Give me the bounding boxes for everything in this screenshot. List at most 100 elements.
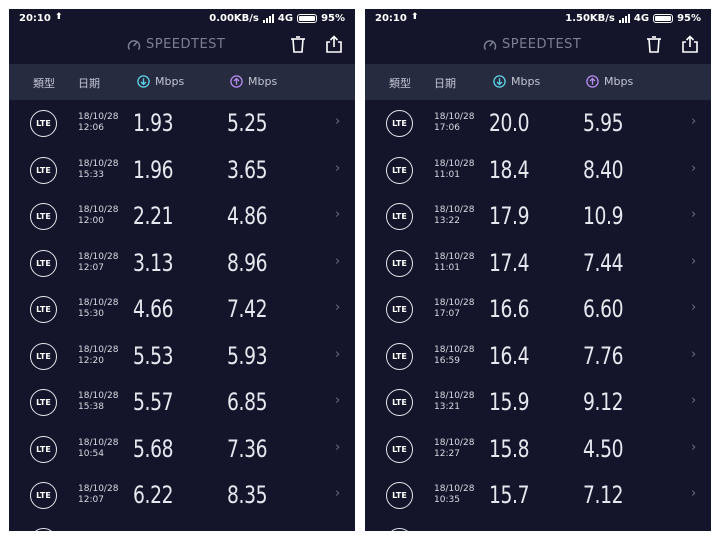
status-bar: 20:10 ⬆ 0.00KB/s 4G 95% [9, 9, 355, 29]
connection-type-badge: LTE [30, 156, 57, 184]
upload-speed: 6.60 [583, 295, 624, 323]
connection-type-badge: LTE [30, 110, 57, 137]
connection-type-badge: LTE [30, 435, 57, 463]
result-row[interactable]: LTE 18/10/28 13:21 15.9 9.12 › [365, 379, 711, 426]
result-row[interactable]: LTE 18/10/28 17:06 20.0 5.95 › [365, 100, 711, 147]
download-arrow-icon [137, 75, 150, 88]
result-date: 18/10/28 10:54 [78, 438, 118, 460]
result-date-day: 18/10/28 [434, 484, 475, 494]
result-row[interactable]: LTE 18/10/28 16:59 16.4 7.76 › [365, 333, 711, 380]
chevron-right-icon: › [691, 486, 697, 501]
share-icon[interactable] [681, 35, 699, 53]
download-speed: 5.53 [133, 341, 174, 370]
upload-speed: 5.25 [227, 109, 268, 137]
trash-icon[interactable] [290, 36, 306, 54]
download-speed: 18.4 [489, 155, 530, 184]
result-row[interactable]: LTE 18/10/28 12:07 3.13 8.96 › [9, 240, 355, 287]
download-speed: 4.66 [133, 295, 174, 323]
download-speed: 17.9 [489, 202, 530, 230]
result-date-day: 18/10/28 [434, 437, 475, 448]
result-date: 18/10/28 12:20 [78, 345, 118, 367]
trash-icon[interactable] [646, 36, 662, 54]
result-row[interactable]: LTE 18/10/28 10:35 15.7 7.12 › [365, 472, 711, 519]
result-date: 18/10/28 12:27 [434, 438, 474, 460]
result-row[interactable]: LTE 18/10/28 15:38 5.57 6.85 › [9, 379, 355, 426]
column-download-label: Mbps [155, 75, 185, 88]
download-speed: 16.6 [489, 295, 530, 323]
column-header: 類型 日期 Mbps Mbps [9, 64, 355, 100]
network-type: 4G [633, 13, 650, 24]
download-speed: 3.13 [133, 248, 174, 277]
download-speed: 15.8 [489, 434, 530, 463]
upload-speed: 6.85 [227, 388, 268, 416]
download-speed: 6.22 [133, 481, 174, 509]
result-date: 18/10/28 11:01 [434, 159, 474, 181]
upload-speed: 3.65 [227, 155, 268, 184]
result-date-time: 15:38 [78, 402, 104, 412]
share-icon[interactable] [325, 35, 343, 53]
result-date-time: 12:27 [434, 448, 460, 459]
upload-indicator-icon: ⬆ [55, 12, 63, 22]
status-right: 0.00KB/s 4G 95% [209, 13, 345, 24]
result-row[interactable]: LTE 18/10/28 12:07 6.22 8.35 › [9, 472, 355, 519]
result-row[interactable]: LTE 18/10/28 17:07 16.6 6.60 › [365, 286, 711, 333]
upload-arrow-icon [230, 75, 243, 88]
column-download[interactable]: Mbps [137, 75, 184, 88]
logo-text: SPEEDTEST [146, 37, 226, 52]
download-arrow-icon [493, 75, 506, 88]
result-date: 18/10/28 11:01 [434, 252, 474, 274]
connection-type-badge: LTE [30, 296, 57, 323]
result-row[interactable]: LTE 18/10/28 12:20 5.53 5.93 › [9, 333, 355, 380]
results-list: LTE 18/10/28 17:06 20.0 5.95 › LTE 18/10… [365, 100, 711, 519]
connection-type-badge: LTE [386, 110, 413, 137]
column-type[interactable]: 類型 [33, 75, 55, 91]
chevron-right-icon: › [335, 346, 341, 362]
result-date-time: 12:06 [78, 123, 104, 133]
result-row[interactable]: LTE 18/10/28 12:00 2.21 4.86 › [9, 193, 355, 240]
upload-speed: 7.76 [583, 341, 624, 370]
connection-type-badge: LTE [386, 389, 413, 416]
result-row[interactable]: LTE 18/10/28 15:30 4.66 7.42 › [9, 286, 355, 333]
connection-type-badge: LTE [386, 482, 413, 509]
result-row[interactable]: LTE 18/10/28 12:06 1.93 5.25 › [9, 100, 355, 147]
result-date: 18/10/28 17:06 [434, 112, 474, 134]
chevron-right-icon: › [335, 207, 341, 222]
download-speed: 1.96 [133, 155, 174, 184]
result-row[interactable]: LTE 18/10/28 10:54 5.68 7.36 › [9, 426, 355, 473]
speedometer-icon [483, 39, 497, 50]
result-date-day: 18/10/28 [434, 298, 475, 308]
column-date[interactable]: 日期 [78, 75, 100, 91]
column-upload[interactable]: Mbps [586, 75, 633, 88]
connection-type-badge: LTE [386, 156, 413, 184]
result-row[interactable]: LTE 18/10/28 15:33 1.96 3.65 › [9, 147, 355, 194]
result-date: 18/10/28 15:38 [78, 391, 118, 413]
result-date-day: 18/10/28 [78, 391, 119, 401]
result-date-day: 18/10/28 [434, 112, 475, 122]
connection-type-badge: LTE [386, 435, 413, 463]
signal-icon [618, 14, 630, 23]
result-date-day: 18/10/28 [78, 205, 119, 215]
result-date-day: 18/10/28 [78, 158, 119, 169]
column-upload[interactable]: Mbps [230, 75, 277, 88]
chevron-right-icon: › [335, 300, 341, 315]
results-list: LTE 18/10/28 12:06 1.93 5.25 › LTE 18/10… [9, 100, 355, 519]
result-date-time: 10:54 [78, 448, 104, 459]
result-date: 18/10/28 16:59 [434, 345, 474, 367]
result-row[interactable]: LTE 18/10/28 11:01 18.4 8.40 › [365, 147, 711, 194]
battery-level: 95% [321, 13, 345, 24]
result-row[interactable]: LTE 18/10/28 13:22 17.9 10.9 › [365, 193, 711, 240]
result-date-time: 17:06 [434, 123, 460, 133]
download-speed: 20.0 [489, 109, 530, 137]
result-date-day: 18/10/28 [434, 205, 475, 215]
network-type: 4G [277, 13, 294, 24]
result-row[interactable]: LTE 18/10/28 11:01 17.4 7.44 › [365, 240, 711, 287]
result-date-day: 18/10/28 [434, 391, 475, 401]
column-date[interactable]: 日期 [434, 75, 456, 91]
result-row[interactable]: LTE 18/10/28 12:27 15.8 4.50 › [365, 426, 711, 473]
column-type[interactable]: 類型 [389, 75, 411, 91]
column-download[interactable]: Mbps [493, 75, 540, 88]
connection-type-badge: LTE [30, 342, 57, 370]
chevron-right-icon: › [691, 160, 697, 176]
column-header: 類型 日期 Mbps Mbps [365, 64, 711, 100]
logo-text: SPEEDTEST [502, 37, 582, 52]
